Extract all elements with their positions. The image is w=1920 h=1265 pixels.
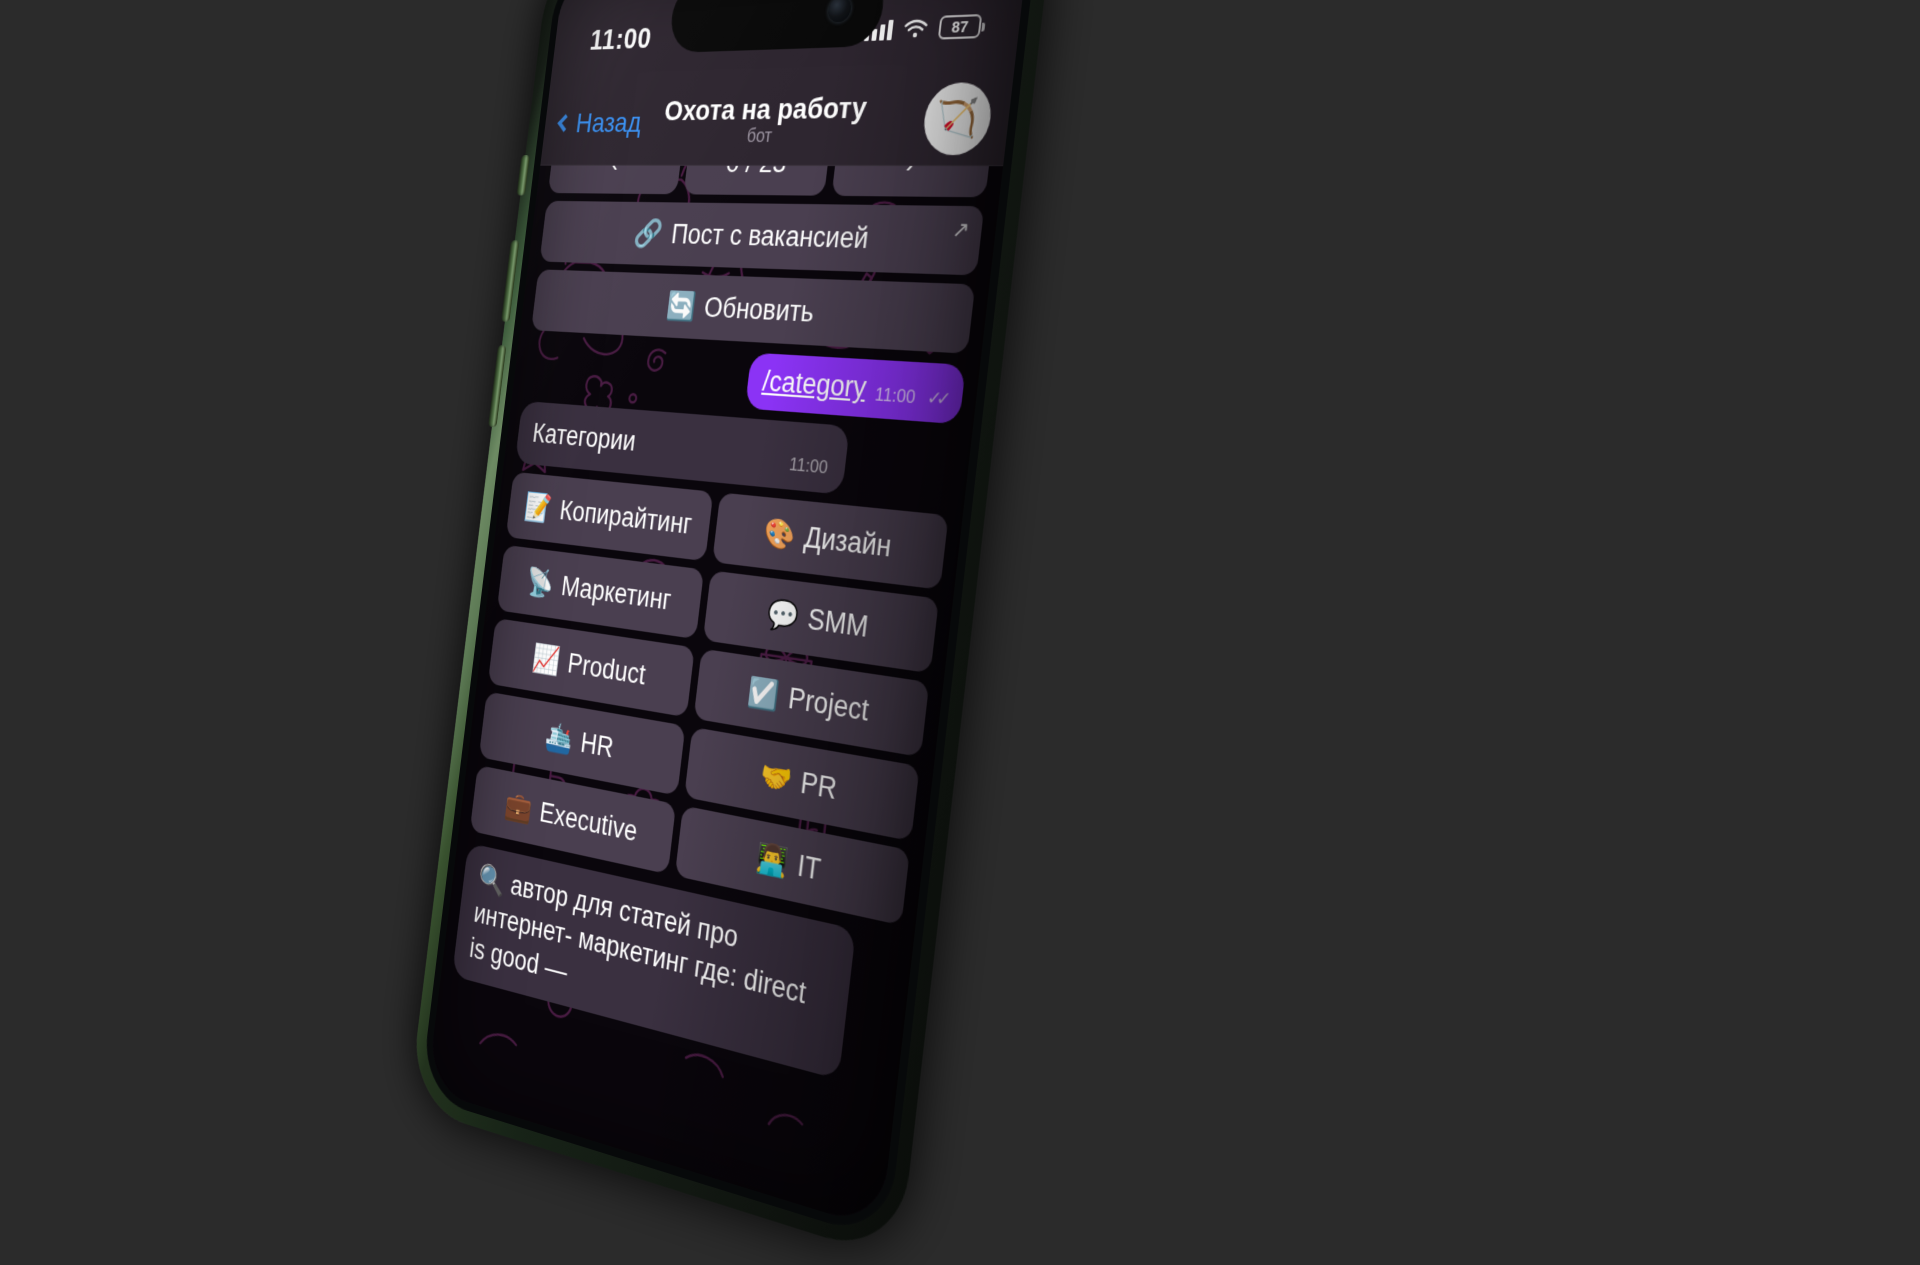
- category-label: IT: [796, 848, 823, 887]
- category-keyboard[interactable]: 📝 Копирайтинг 🎨 Дизайн 📡 Маркетинг: [470, 472, 949, 926]
- incoming-message-text: Категории: [531, 418, 638, 457]
- chevron-left-icon: [557, 114, 572, 132]
- check-box-icon: ☑️: [747, 677, 781, 711]
- scene: ‹ 0 / 23 › 🔗 Пост с вакансией: [0, 0, 1920, 1080]
- bottom-message-bubble[interactable]: 🔍 автор для статей про интернет- маркети…: [452, 843, 856, 1080]
- outgoing-message-bubble[interactable]: /category 11:00 ✓✓: [745, 353, 966, 425]
- memo-icon: 📝: [524, 493, 554, 523]
- notch: [668, 0, 888, 53]
- category-label: Project: [787, 681, 871, 728]
- handshake-icon: 🤝: [759, 761, 794, 796]
- category-label: PR: [799, 766, 839, 807]
- category-button-project[interactable]: ☑️ Project: [693, 649, 929, 757]
- refresh-button[interactable]: 🔄 Обновить: [531, 269, 975, 353]
- battery-icon: 87: [938, 14, 983, 40]
- category-label: SMM: [806, 602, 870, 644]
- bottom-message-row[interactable]: 🔍 автор для статей про интернет- маркети…: [452, 843, 900, 1092]
- cellular-signal-icon: [864, 19, 894, 41]
- vacancy-post-button[interactable]: 🔗 Пост с вакансией ↗: [539, 201, 984, 276]
- satellite-antenna-icon: 📡: [525, 568, 555, 599]
- vacancy-post-row[interactable]: 🔗 Пост с вакансией ↗: [539, 201, 984, 276]
- category-button-pr[interactable]: 🤝 PR: [684, 727, 920, 841]
- speech-balloon-icon: 💬: [766, 599, 801, 632]
- back-button[interactable]: Назад: [558, 106, 644, 139]
- bow-and-arrow-icon: 🏹: [934, 96, 981, 141]
- pagination-next-label: ›: [904, 146, 917, 180]
- category-button-copywriting[interactable]: 📝 Копирайтинг: [506, 472, 714, 561]
- category-button-design[interactable]: 🎨 Дизайн: [712, 493, 948, 590]
- refresh-row[interactable]: 🔄 Обновить: [531, 269, 975, 353]
- category-label: Product: [566, 647, 647, 691]
- command-text[interactable]: /category: [761, 365, 868, 405]
- status-time: 11:00: [588, 22, 653, 57]
- phone-device: ‹ 0 / 23 › 🔗 Пост с вакансией: [408, 0, 1053, 1261]
- passenger-ship-icon: 🛳️: [544, 722, 575, 755]
- vacancy-post-label: Пост с вакансией: [670, 218, 871, 255]
- briefcase-icon: 💼: [503, 791, 533, 824]
- double-check-icon: ✓✓: [926, 387, 947, 411]
- status-indicators: 87: [864, 14, 983, 42]
- refresh-icon: 🔄: [665, 292, 697, 321]
- technologist-icon: 👨‍💻: [755, 842, 790, 878]
- category-label: Дизайн: [802, 520, 893, 564]
- chat-header: Назад Охота на работу бот 🏹: [540, 70, 1014, 166]
- wifi-icon: [902, 17, 930, 40]
- battery-percent: 87: [951, 18, 970, 35]
- category-label: Маркетинг: [560, 570, 674, 617]
- category-button-it[interactable]: 👨‍💻 IT: [675, 806, 910, 926]
- pagination-next-button[interactable]: ›: [832, 128, 994, 197]
- category-button-smm[interactable]: 💬 SMM: [703, 571, 939, 674]
- outgoing-message-time: 11:00: [874, 384, 917, 409]
- paperclip-icon: 🔗: [633, 220, 664, 248]
- incoming-message-time: 11:00: [788, 453, 829, 480]
- magnifying-glass-icon: 🔍: [477, 862, 507, 898]
- category-label: HR: [579, 726, 615, 764]
- category-label: Executive: [538, 796, 639, 848]
- chart-increasing-icon: 📈: [531, 644, 561, 676]
- refresh-label: Обновить: [702, 291, 816, 328]
- artist-palette-icon: 🎨: [762, 518, 796, 550]
- back-label: Назад: [574, 106, 643, 139]
- category-label: Копирайтинг: [558, 494, 694, 540]
- bot-keyboard-pagination[interactable]: ‹ 0 / 23 › 🔗 Пост с вакансией: [531, 166, 989, 354]
